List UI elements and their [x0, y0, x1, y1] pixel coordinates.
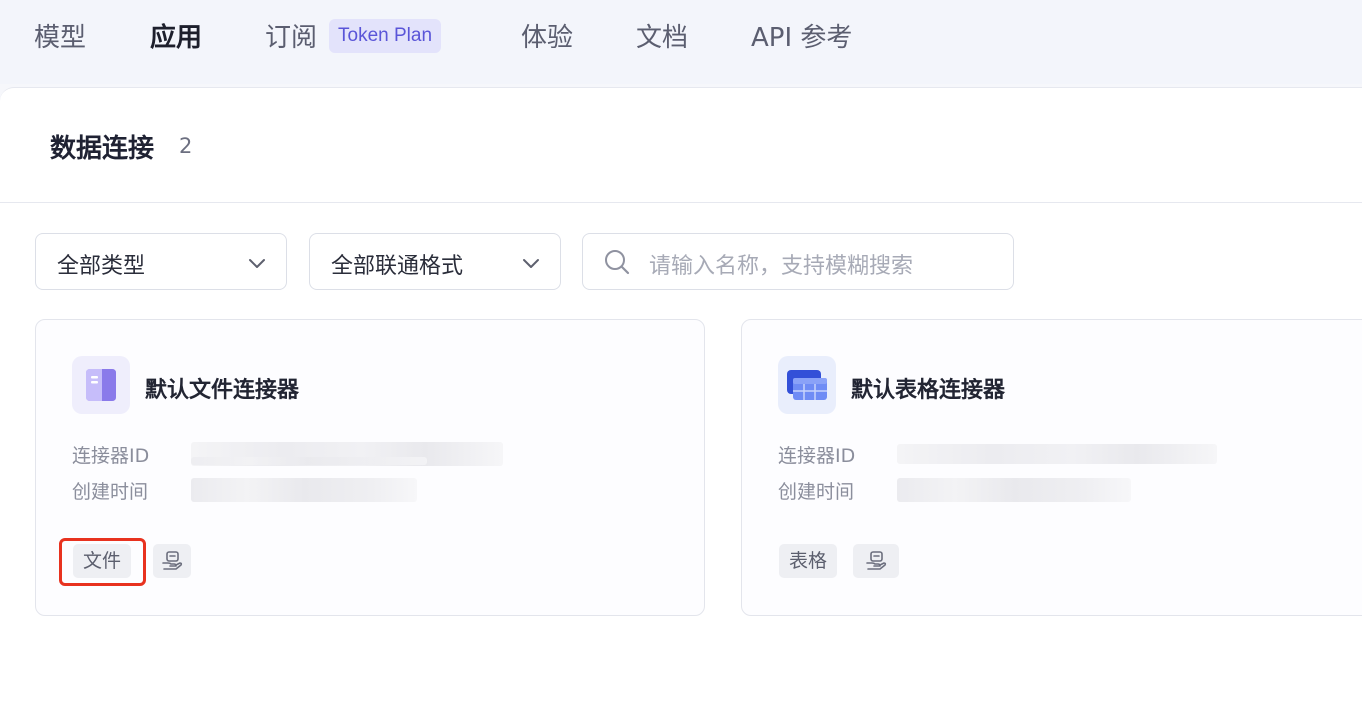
search-placeholder: 请输入名称，支持模糊搜索 — [649, 254, 914, 279]
hand-storage-icon — [853, 544, 899, 578]
top-navigation: 模型 应用 订阅 Token Plan 体验 文档 API 参考 — [0, 0, 1362, 84]
created-time-value-redacted — [191, 478, 417, 502]
created-time-value-redacted — [897, 478, 1131, 502]
search-input[interactable]: 请输入名称，支持模糊搜索 — [582, 233, 1014, 290]
chevron-down-icon — [523, 259, 539, 268]
connection-count: 2 — [179, 134, 193, 158]
highlight-box — [59, 538, 146, 586]
main-panel: 数据连接 2 全部类型 全部联通格式 请输入名称，支持模糊搜索 默认文件连接器 … — [0, 87, 1362, 706]
nav-item-api-reference[interactable]: API 参考 — [751, 20, 852, 56]
nav-item-playground[interactable]: 体验 — [521, 20, 573, 56]
type-filter-value: 全部类型 — [57, 254, 146, 279]
nav-item-subscription[interactable]: 订阅 — [265, 20, 317, 56]
type-tag-table: 表格 — [779, 544, 838, 578]
connector-id-label: 连接器ID — [72, 445, 150, 467]
connector-card-table[interactable]: 默认表格连接器 连接器ID 创建时间 表格 — [741, 319, 1362, 616]
type-filter-select[interactable]: 全部类型 — [35, 233, 287, 290]
token-plan-badge[interactable]: Token Plan — [329, 19, 442, 53]
nav-item-apps[interactable]: 应用 — [150, 20, 202, 56]
format-filter-value: 全部联通格式 — [331, 254, 464, 279]
connector-id-value-redacted — [897, 444, 1217, 464]
hand-storage-icon — [153, 544, 191, 578]
nav-item-models[interactable]: 模型 — [34, 20, 86, 56]
created-time-label: 创建时间 — [778, 481, 855, 503]
redaction-shade — [191, 457, 427, 465]
created-time-label: 创建时间 — [72, 481, 149, 503]
table-icon — [778, 356, 836, 414]
connector-id-label: 连接器ID — [778, 445, 856, 467]
page-header: 数据连接 2 — [0, 88, 1362, 203]
format-filter-select[interactable]: 全部联通格式 — [309, 233, 561, 290]
page-title: 数据连接 — [50, 134, 155, 164]
connector-name: 默认表格连接器 — [851, 378, 1006, 403]
connector-card-file[interactable]: 默认文件连接器 连接器ID 创建时间 文件 — [35, 319, 705, 616]
chevron-down-icon — [249, 259, 265, 268]
nav-item-docs[interactable]: 文档 — [636, 20, 688, 56]
search-icon — [605, 250, 630, 275]
connector-name: 默认文件连接器 — [145, 378, 300, 403]
book-icon — [72, 356, 130, 414]
